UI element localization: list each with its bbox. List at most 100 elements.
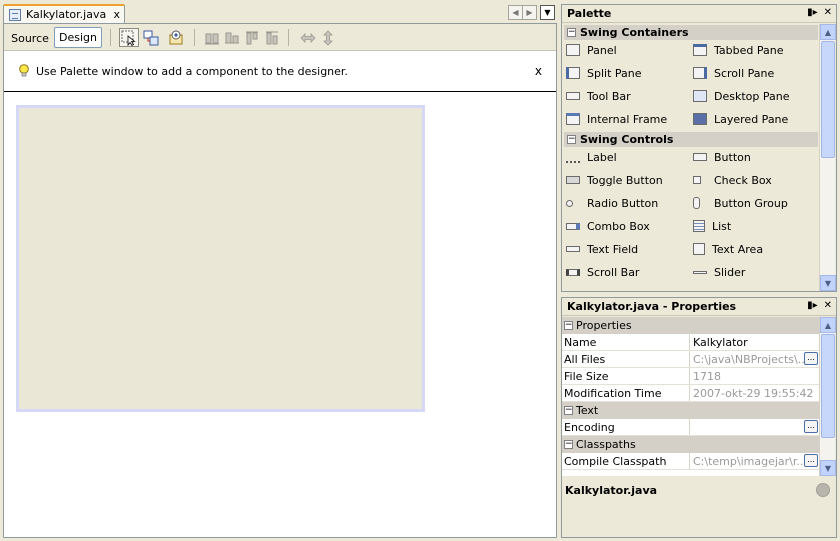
- palette-item-label[interactable]: Label: [562, 148, 617, 166]
- toolbar-separator: [110, 29, 111, 46]
- property-row-compile-classpath[interactable]: Compile Classpath C:\temp\imagejar\r... …: [562, 453, 819, 470]
- palette-item-button[interactable]: Button: [689, 148, 751, 166]
- preview-design-icon[interactable]: [166, 28, 186, 47]
- palette-item-text-area[interactable]: Text Area: [689, 240, 763, 258]
- property-value: 2007-okt-29 19:55:42: [693, 386, 814, 400]
- align-top-icon[interactable]: [242, 28, 262, 47]
- collapse-icon[interactable]: −: [564, 321, 573, 330]
- category-label: Swing Controls: [580, 133, 674, 146]
- item-label: Label: [587, 150, 617, 164]
- close-window-icon[interactable]: ✕: [824, 7, 832, 18]
- palette-title-bar: Palette ▮▸ ✕: [562, 5, 836, 23]
- tab-list-dropdown-icon[interactable]: ▼: [540, 5, 555, 20]
- item-label: Text Area: [712, 242, 764, 256]
- palette-item-scroll-pane[interactable]: Scroll Pane: [689, 64, 774, 82]
- palette-list: − Swing Containers Panel Tabbed Pane Spl…: [562, 24, 819, 291]
- property-row-file-size[interactable]: File Size 1718: [562, 368, 819, 385]
- tab-scroll-left-icon[interactable]: ◀: [508, 5, 523, 20]
- collapse-icon[interactable]: −: [567, 28, 576, 37]
- vertical-resize-icon[interactable]: [318, 28, 338, 47]
- hint-close-icon[interactable]: x: [535, 64, 542, 78]
- item-label: Desktop Pane: [714, 89, 790, 103]
- property-name: File Size: [562, 368, 690, 384]
- properties-window: Kalkylator.java - Properties ▮▸ ✕ − Prop…: [561, 297, 837, 538]
- palette-item-list[interactable]: List: [689, 217, 731, 235]
- align-left-icon[interactable]: [202, 28, 222, 47]
- connection-mode-icon[interactable]: [141, 28, 161, 47]
- item-label: Toggle Button: [587, 173, 663, 187]
- palette-item-slider[interactable]: Slider: [689, 263, 745, 281]
- slider-icon: [693, 270, 707, 274]
- design-view-button[interactable]: Design: [54, 27, 102, 48]
- group-label: Text: [576, 404, 599, 417]
- property-value[interactable]: [691, 419, 819, 435]
- scroll-up-icon[interactable]: ▲: [820, 24, 836, 40]
- help-icon[interactable]: [816, 483, 830, 497]
- align-right-icon[interactable]: [222, 28, 242, 47]
- item-label: Split Pane: [587, 66, 642, 80]
- properties-scrollbar[interactable]: ▲ ▼: [819, 317, 836, 476]
- palette-item-tabbed-pane[interactable]: Tabbed Pane: [689, 41, 783, 59]
- palette-category-swing-containers[interactable]: − Swing Containers: [564, 25, 818, 40]
- palette-item-radio-button[interactable]: Radio Button: [562, 194, 658, 212]
- list-icon: [693, 220, 705, 232]
- palette-item-scroll-bar[interactable]: Scroll Bar: [562, 263, 639, 281]
- close-window-icon[interactable]: ✕: [824, 300, 832, 311]
- palette-item-toggle-button[interactable]: Toggle Button: [562, 171, 663, 189]
- property-editor-button[interactable]: ...: [804, 352, 818, 365]
- palette-item-tool-bar[interactable]: Tool Bar: [562, 87, 631, 105]
- palette-item-split-pane[interactable]: Split Pane: [562, 64, 642, 82]
- minimize-window-icon[interactable]: ▮▸: [807, 7, 818, 18]
- property-editor-button[interactable]: ...: [804, 454, 818, 467]
- button-group-icon: [693, 197, 700, 209]
- palette-item-layered-pane[interactable]: Layered Pane: [689, 110, 788, 128]
- designer-toolbar: Source Design: [4, 24, 556, 51]
- editor-body: Source Design Use Palette window to add …: [3, 23, 557, 538]
- item-label: Scroll Bar: [587, 265, 640, 279]
- property-row-modification-time[interactable]: Modification Time 2007-okt-29 19:55:42: [562, 385, 819, 402]
- horizontal-resize-icon[interactable]: [298, 28, 318, 47]
- palette-hint-bar: Use Palette window to add a component to…: [4, 51, 556, 92]
- scroll-up-icon[interactable]: ▲: [820, 317, 836, 333]
- property-row-name[interactable]: Name Kalkylator: [562, 334, 819, 351]
- source-view-button[interactable]: Source: [8, 28, 52, 48]
- property-sheet: − Properties Name Kalkylator All Files C…: [562, 317, 819, 476]
- palette-category-swing-controls[interactable]: − Swing Controls: [564, 132, 818, 147]
- selection-mode-icon[interactable]: [119, 28, 139, 47]
- palette-item-panel[interactable]: Panel: [562, 41, 617, 59]
- palette-item-internal-frame[interactable]: Internal Frame: [562, 110, 667, 128]
- minimize-window-icon[interactable]: ▮▸: [807, 300, 818, 311]
- tab-close-icon[interactable]: x: [113, 8, 120, 21]
- palette-item-button-group[interactable]: Button Group: [689, 194, 788, 212]
- lightbulb-icon: [19, 64, 29, 77]
- property-value[interactable]: Kalkylator: [691, 334, 819, 350]
- palette-scrollbar[interactable]: ▲ ▼: [819, 24, 836, 291]
- palette-item-combo-box[interactable]: Combo Box: [562, 217, 650, 235]
- scroll-down-icon[interactable]: ▼: [820, 460, 836, 476]
- tab-scroll-right-icon[interactable]: ▶: [522, 5, 537, 20]
- properties-description: Kalkylator.java: [565, 483, 658, 497]
- collapse-icon[interactable]: −: [564, 440, 573, 449]
- property-editor-button[interactable]: ...: [804, 420, 818, 433]
- java-file-icon: [9, 8, 21, 21]
- align-bottom-icon[interactable]: [262, 28, 282, 47]
- button-icon: [693, 153, 707, 161]
- collapse-icon[interactable]: −: [567, 135, 576, 144]
- palette-item-desktop-pane[interactable]: Desktop Pane: [689, 87, 789, 105]
- property-row-all-files[interactable]: All Files C:\java\NBProjects\... ...: [562, 351, 819, 368]
- property-row-encoding[interactable]: Encoding ...: [562, 419, 819, 436]
- scroll-thumb[interactable]: [821, 334, 835, 438]
- toolbar-separator: [194, 29, 195, 46]
- scroll-thumb[interactable]: [821, 41, 835, 158]
- property-group-classpaths[interactable]: − Classpaths: [562, 436, 819, 453]
- palette-item-check-box[interactable]: Check Box: [689, 171, 772, 189]
- item-label: Tool Bar: [587, 89, 631, 103]
- layered-pane-icon: [693, 113, 707, 125]
- property-group-properties[interactable]: − Properties: [562, 317, 819, 334]
- property-group-text[interactable]: − Text: [562, 402, 819, 419]
- jframe-design-canvas[interactable]: [16, 105, 425, 412]
- scroll-down-icon[interactable]: ▼: [820, 275, 836, 291]
- editor-tab-kalkylator[interactable]: Kalkylator.java x: [3, 4, 125, 23]
- collapse-icon[interactable]: −: [564, 406, 573, 415]
- palette-item-text-field[interactable]: Text Field: [562, 240, 638, 258]
